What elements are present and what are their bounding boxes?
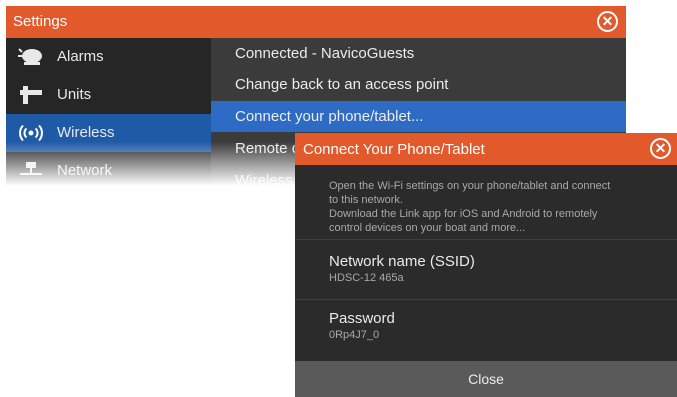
option-label: Connect your phone/tablet... bbox=[235, 108, 424, 125]
option-label: Wireless bbox=[235, 172, 293, 189]
connect-phone-dialog: Connect Your Phone/Tablet ✕ Open the Wi-… bbox=[295, 133, 677, 397]
description-line: Download the Link app for iOS and Androi… bbox=[329, 208, 598, 220]
sidebar-item-label: Alarms bbox=[57, 48, 104, 65]
close-icon: ✕ bbox=[654, 140, 667, 156]
close-button[interactable]: Close bbox=[295, 361, 677, 397]
sidebar-item-units[interactable]: Units bbox=[6, 76, 211, 114]
option-connected-network[interactable]: Connected - NavicoGuests bbox=[211, 38, 626, 69]
sidebar-item-label: Units bbox=[57, 86, 92, 103]
sidebar-item-network[interactable]: Network bbox=[6, 152, 211, 190]
settings-title: Settings bbox=[13, 13, 68, 30]
settings-header: Settings ✕ bbox=[6, 6, 626, 38]
sidebar-item-label: Wireless bbox=[57, 124, 115, 141]
settings-sidebar: Alarms Units Wireless Network bbox=[6, 38, 211, 186]
option-connect-phone[interactable]: Connect your phone/tablet... bbox=[211, 101, 626, 132]
description-line: control devices on your boat and more... bbox=[329, 222, 526, 234]
units-icon bbox=[20, 86, 42, 104]
wireless-icon bbox=[19, 124, 43, 142]
divider bbox=[295, 299, 677, 300]
close-icon: ✕ bbox=[601, 13, 614, 29]
ssid-label: Network name (SSID) bbox=[329, 253, 475, 270]
alarm-icon bbox=[18, 48, 42, 65]
password-label: Password bbox=[329, 310, 395, 327]
divider bbox=[295, 239, 677, 240]
sidebar-item-wireless[interactable]: Wireless bbox=[6, 114, 211, 152]
dialog-title: Connect Your Phone/Tablet bbox=[303, 141, 485, 158]
option-change-to-access-point[interactable]: Change back to an access point bbox=[211, 69, 626, 100]
password-field[interactable]: Password 0Rp4J7_0 bbox=[329, 310, 395, 341]
dialog-description: Open the Wi-Fi settings on your phone/ta… bbox=[329, 179, 649, 235]
sidebar-item-label: Network bbox=[57, 162, 113, 179]
dialog-header: Connect Your Phone/Tablet ✕ bbox=[295, 133, 677, 165]
option-label: Change back to an access point bbox=[235, 76, 449, 93]
ssid-value: HDSC-12 465a bbox=[329, 272, 404, 284]
network-icon bbox=[20, 162, 42, 175]
ssid-field[interactable]: Network name (SSID) HDSC-12 465a bbox=[329, 253, 475, 284]
description-line: Open the Wi-Fi settings on your phone/ta… bbox=[329, 180, 611, 192]
sidebar-item-alarms[interactable]: Alarms bbox=[6, 38, 211, 76]
description-line: to this network. bbox=[329, 194, 403, 206]
dialog-close-button[interactable]: ✕ bbox=[650, 138, 671, 159]
option-label: Connected - NavicoGuests bbox=[235, 45, 415, 62]
settings-close-button[interactable]: ✕ bbox=[597, 11, 618, 32]
option-label: Remote c bbox=[235, 140, 300, 157]
password-value: 0Rp4J7_0 bbox=[329, 329, 380, 341]
